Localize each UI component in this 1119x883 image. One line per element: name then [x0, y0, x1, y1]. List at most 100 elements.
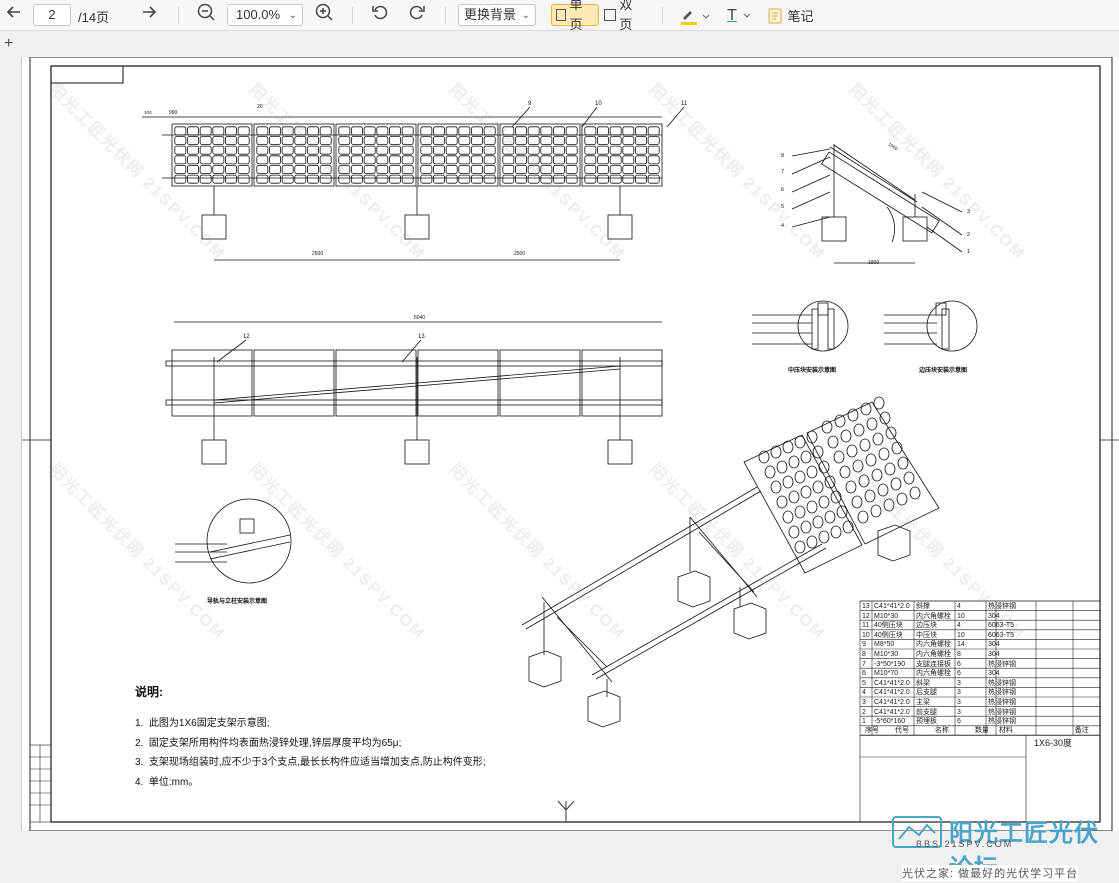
bom-cell-qty: 8 [957, 651, 961, 658]
chevron-down-icon: ⌄ [521, 10, 530, 21]
single-page-label: 单页 [569, 0, 583, 32]
text-tool-label: T [727, 6, 737, 24]
bom-cell-name: 后支腿 [916, 689, 937, 697]
single-page-button[interactable]: 单页 [551, 0, 599, 32]
bom-cell-mat: 热浸锌钢 [988, 699, 1016, 706]
forum-logo-url: BBS.21SPV.COM [916, 839, 1014, 849]
bom-cell-qty: 4 [957, 603, 961, 610]
note-number: 2. [135, 737, 144, 749]
bom-cell-spec: M8*50 [874, 641, 895, 649]
bom-header-mat: 材料 [998, 727, 1013, 734]
drawing-name: 1X6-30度 [1034, 738, 1073, 748]
bom-cell-no: 12 [862, 612, 870, 620]
bom-cell-mat: 304 [988, 670, 1000, 678]
dim-side-base: 1800 [868, 260, 879, 266]
document-page: 990 100 20 2500 2500 6040 1800 1960 9 10… [21, 57, 1119, 882]
chevron-down-icon: ⌄ [288, 10, 297, 21]
bom-cell-no: 6 [862, 670, 866, 678]
zoom-out-icon[interactable] [194, 0, 218, 24]
bom-cell-spec: M10*70 [874, 670, 899, 678]
side-callout-6: 6 [781, 187, 784, 193]
bom-cell-spec: C41*41*2.0 [874, 699, 910, 706]
bom-cell-no: 5 [862, 679, 866, 687]
back-arrow-icon[interactable] [2, 0, 26, 24]
bom-cell-mat: 304 [988, 641, 1000, 649]
note-number: 3. [135, 757, 144, 768]
bom-cell-mat: 热浸锌钢 [988, 603, 1016, 610]
double-page-label: 双页 [619, 0, 633, 32]
bom-cell-spec: C41*41*2.0 [874, 603, 910, 610]
side-callout-1: 1 [967, 249, 970, 255]
bom-cell-qty: 14 [957, 641, 965, 649]
note-item: 2. 固定支架所用构件均表面热浸锌处理,锌层厚度平均为65μ; [135, 734, 486, 754]
bom-cell-spec: -3*50*190 [874, 660, 906, 668]
bom-cell-spec: M10*30 [874, 651, 899, 658]
callout-10: 10 [595, 101, 602, 107]
highlight-tool[interactable] [676, 0, 712, 31]
rotate-right-icon[interactable] [405, 0, 429, 24]
bom-cell-qty: 10 [957, 631, 965, 639]
bom-cell-name: 内六角螺栓 [916, 651, 951, 658]
bom-cell-name: 主梁 [916, 699, 930, 706]
note-number: 1. [135, 718, 144, 729]
forward-arrow-icon[interactable] [137, 0, 161, 24]
caption-mid-clamp: 中压块安装示意图 [788, 366, 836, 374]
rotate-left-icon[interactable] [368, 0, 392, 24]
add-tab-icon[interactable]: + [4, 36, 13, 52]
side-callout-8: 8 [781, 153, 784, 159]
caption-rail: 导轨与立柱安装示意图 [207, 597, 267, 605]
note-button[interactable]: 笔记 [766, 0, 816, 31]
bom-cell-no: 7 [862, 660, 866, 668]
bom-cell-mat: 热浸锌钢 [988, 708, 1016, 716]
bom-header: 序号 代号 名称 数量 材料 备注 [865, 726, 1089, 736]
bom-cell-name: 前支腿 [916, 708, 937, 716]
zoom-in-icon[interactable] [312, 0, 336, 24]
bom-cell-spec: 40侧压块 [874, 631, 903, 639]
bom-header-no: 序号 [865, 727, 879, 734]
bom-cell-name: 斜撑 [916, 603, 930, 610]
bom-cell-mat: 6063-T5 [988, 622, 1015, 630]
dim-span-1: 2500 [312, 251, 323, 257]
dim-top-width: 990 [169, 110, 178, 116]
note-item: 4. 单位:mm。 [135, 773, 486, 793]
page-number-input[interactable]: 2 [33, 4, 71, 26]
note-item: 1. 此图为1X6固定支架示意图; [135, 714, 486, 734]
notes-title: 说明: [135, 685, 163, 699]
bom-header-spec: 代号 [894, 727, 909, 734]
bom-cell-qty: 3 [957, 699, 961, 706]
bom-cell-qty: 4 [957, 622, 961, 630]
bom-cell-name: 斜梁 [916, 679, 930, 687]
bom-cell-mat: 热浸锌钢 [988, 660, 1016, 668]
toolbar-divider [178, 7, 179, 24]
toolbar: 2 /14页 100.0% ⌄ 更换背景 ⌄ 单页 双页 T 笔记 [0, 0, 1119, 32]
zoom-value: 100.0% [236, 7, 281, 22]
double-page-icon [604, 9, 617, 21]
bom-cell-mat: 6063-T5 [988, 631, 1015, 639]
forum-logo: 阳光工匠光伏论坛 BBS.21SPV.COM [889, 811, 1119, 882]
bom-cell-name: 中压块 [916, 631, 937, 639]
dim-plan-width: 6040 [414, 315, 425, 321]
bom-cell-mat: 热浸锌钢 [988, 689, 1016, 697]
bom-cell-name: 内六角螺栓 [916, 670, 951, 678]
bom-cell-spec: 40侧压块 [874, 622, 903, 630]
change-background-button[interactable]: 更换背景 ⌄ [458, 4, 536, 26]
bom-cell-name: 支腿连接板 [916, 660, 951, 668]
forum-tagline: 光伏之家: 做最好的光伏学习平台 [902, 865, 1079, 881]
chevron-down-icon [743, 13, 751, 18]
double-page-button[interactable]: 双页 [600, 0, 648, 32]
bom-cell-name: 内六角螺栓 [916, 641, 951, 649]
bom-cell-no: 2 [862, 708, 866, 716]
caption-end-clamp: 边压块安装示意图 [918, 366, 967, 374]
toolbar-divider [662, 7, 663, 24]
bom-cell-no: 10 [862, 631, 870, 639]
drawing-notes: 说明: 1. 此图为1X6固定支架示意图; 2. 固定支架所用构件均表面热浸锌处… [135, 683, 486, 792]
toolbar-divider [352, 7, 353, 24]
zoom-select[interactable]: 100.0% ⌄ [227, 4, 303, 26]
note-text: 此图为1X6固定支架示意图; [148, 718, 270, 729]
bom-cell-no: 8 [862, 651, 866, 658]
note-icon [768, 8, 782, 23]
bom-header-remark: 备注 [1074, 727, 1089, 734]
text-tool[interactable]: T [722, 0, 756, 31]
bom-cell-mat: 304 [988, 651, 1000, 658]
note-text: 单位:mm。 [148, 776, 199, 788]
